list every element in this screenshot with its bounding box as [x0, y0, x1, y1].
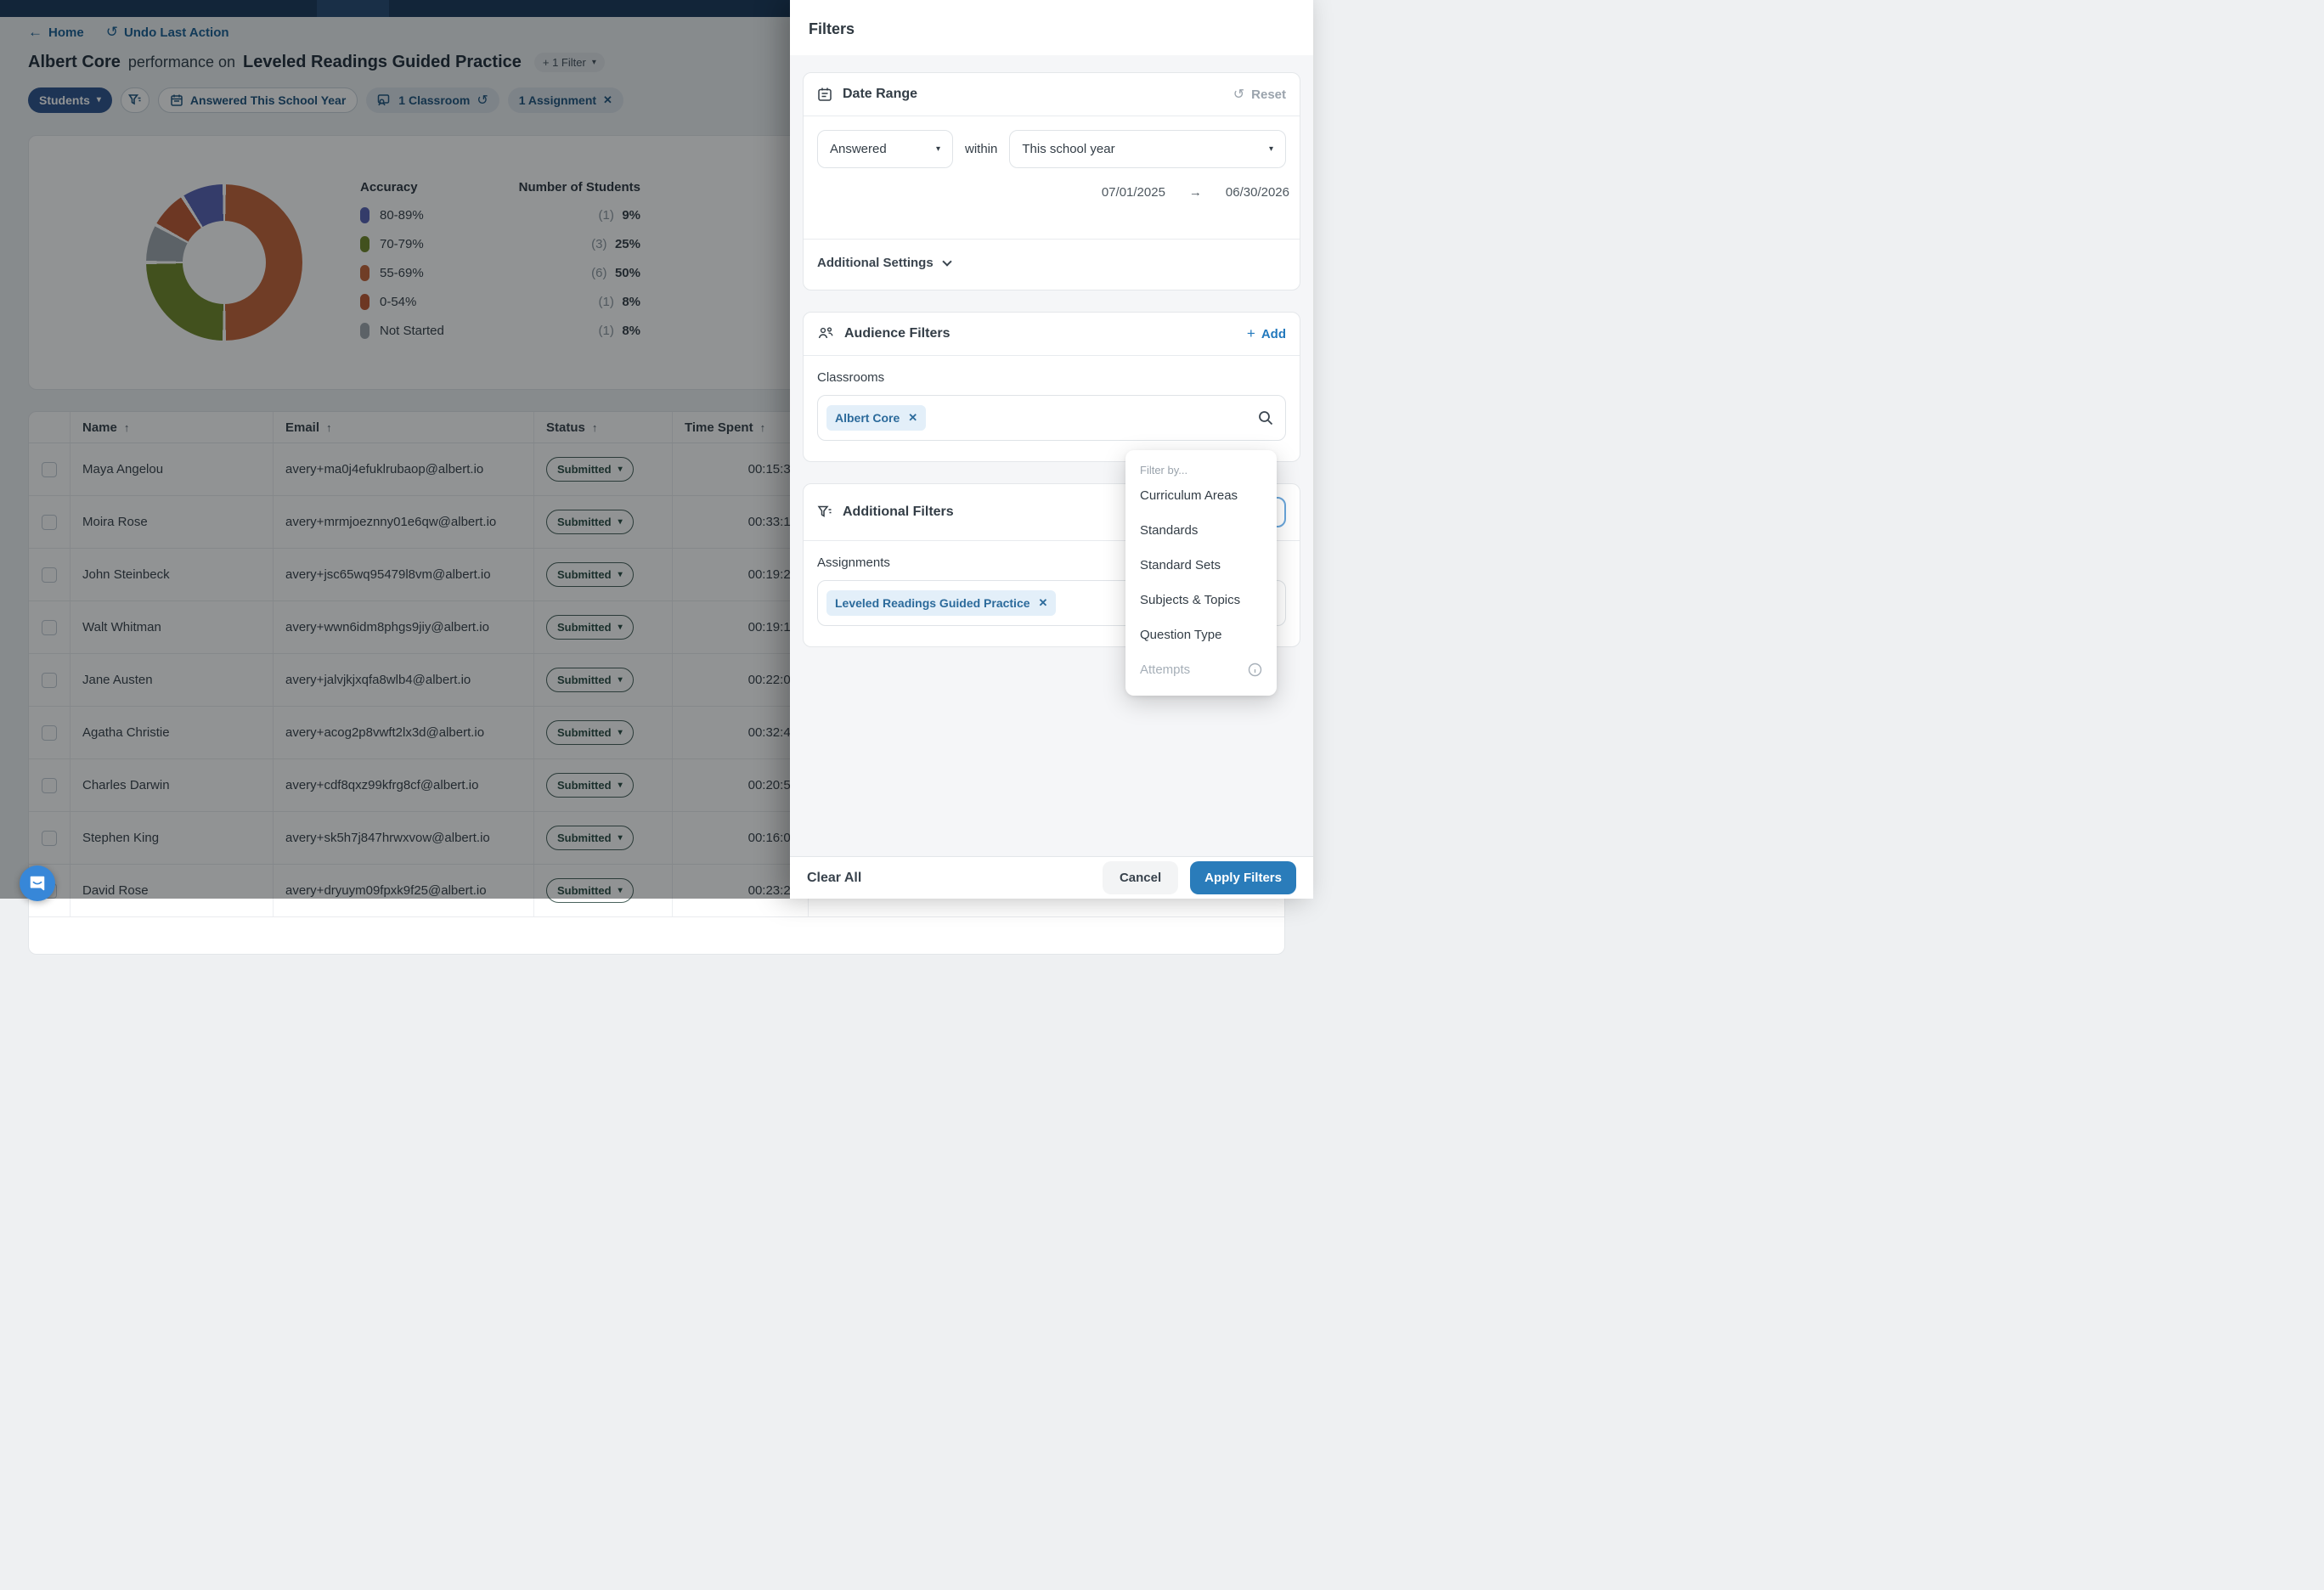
dropdown-item[interactable]: Curriculum Areas: [1125, 478, 1277, 513]
funnel-icon: [817, 505, 832, 520]
classrooms-label: Classrooms: [817, 370, 885, 385]
dropdown-item[interactable]: Standard Sets: [1125, 548, 1277, 583]
arrow-right-icon: →: [1188, 185, 1202, 200]
audience-filters-title: Audience Filters: [844, 326, 950, 341]
audience-filters-card: Audience Filters + Add Classrooms Albert…: [803, 312, 1300, 462]
dropdown-items: Curriculum Areas Standards Standard Sets…: [1125, 478, 1277, 687]
additional-filters-title: Additional Filters: [843, 505, 954, 519]
start-date: 07/01/2025: [1101, 185, 1165, 200]
date-range-select[interactable]: This school year ▾: [1009, 130, 1286, 168]
chevron-down-icon: [942, 256, 952, 267]
clear-all-button[interactable]: Clear All: [807, 871, 861, 886]
search-icon[interactable]: [1257, 409, 1274, 426]
plus-icon: +: [1246, 325, 1255, 341]
classrooms-input[interactable]: Albert Core ✕: [817, 395, 1286, 441]
classroom-chip: Albert Core ✕: [826, 405, 927, 431]
date-range-card: Date Range ↺ Reset Answered ▾ within Thi…: [803, 72, 1300, 290]
date-type-select[interactable]: Answered ▾: [817, 130, 953, 168]
dropdown-item[interactable]: Attempts: [1125, 652, 1277, 687]
filters-panel: Filters Date Range ↺ Reset Answered ▾ wi…: [790, 0, 1313, 899]
assignment-chip: Leveled Readings Guided Practice ✕: [826, 590, 1057, 616]
filters-panel-footer: Clear All Cancel Apply Filters: [790, 856, 1313, 899]
close-icon[interactable]: ✕: [908, 411, 917, 425]
additional-settings-toggle[interactable]: Additional Settings: [804, 240, 1300, 290]
classroom-chip-label: Albert Core: [835, 411, 900, 425]
end-date: 06/30/2026: [1225, 185, 1289, 200]
filter-by-dropdown: Filter by... Curriculum Areas Standards: [1125, 450, 1277, 696]
people-icon: [817, 326, 834, 341]
chevron-down-icon: ▾: [935, 144, 940, 154]
dropdown-header: Filter by...: [1140, 464, 1188, 476]
dropdown-item[interactable]: Subjects & Topics: [1125, 583, 1277, 617]
date-range-title: Date Range: [843, 87, 918, 101]
info-icon: [1248, 662, 1262, 677]
chevron-down-icon: ▾: [1268, 144, 1273, 154]
dropdown-item[interactable]: Question Type: [1125, 617, 1277, 652]
apply-filters-button[interactable]: Apply Filters: [1190, 861, 1296, 894]
chat-icon: [28, 874, 47, 893]
cancel-button[interactable]: Cancel: [1102, 861, 1179, 894]
undo-icon: ↺: [1233, 87, 1245, 102]
filters-panel-title: Filters: [790, 0, 1313, 55]
filters-panel-body: Date Range ↺ Reset Answered ▾ within Thi…: [790, 55, 1313, 856]
audience-add-button[interactable]: + Add: [1247, 325, 1286, 342]
chat-launcher-button[interactable]: [20, 865, 55, 901]
assignment-chip-label: Leveled Readings Guided Practice: [835, 596, 1030, 610]
within-label: within: [965, 142, 998, 156]
dropdown-item[interactable]: Standards: [1125, 513, 1277, 548]
date-range-values: 07/01/2025 → 06/30/2026: [804, 168, 1300, 239]
calendar-icon: [817, 87, 832, 102]
close-icon[interactable]: ✕: [1039, 596, 1048, 610]
date-range-reset-button[interactable]: ↺ Reset: [1233, 86, 1286, 103]
